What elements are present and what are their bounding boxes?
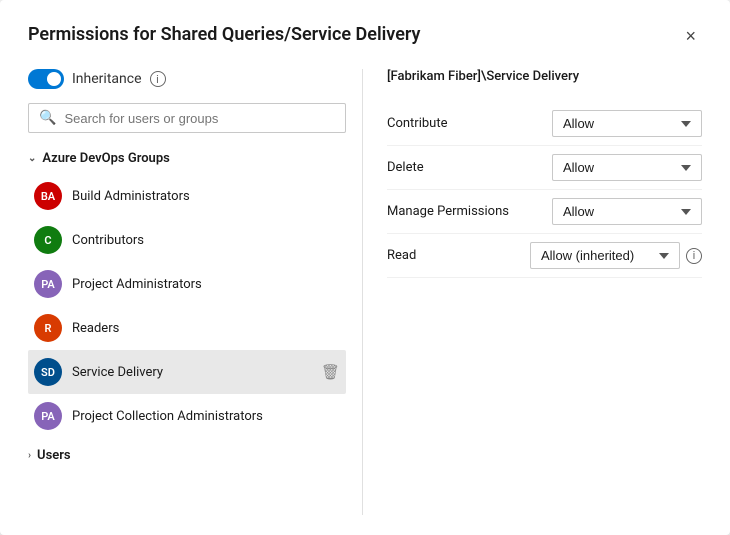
chevron-right-icon: › <box>28 450 31 461</box>
avatar: BA <box>34 182 62 210</box>
list-item[interactable]: BA Build Administrators 🗑 <box>28 174 346 218</box>
permission-row-manage-permissions: Manage Permissions Allow Deny Not set <box>387 190 702 234</box>
perm-control-delete: Allow Deny Not set <box>552 154 702 181</box>
right-panel-context: [Fabrikam Fiber]\Service Delivery <box>387 69 702 84</box>
read-info-icon[interactable]: i <box>686 248 702 264</box>
left-panel: Inheritance i 🔍 ⌄ Azure DevOps Groups BA… <box>28 69 363 515</box>
perm-name-manage-permissions: Manage Permissions <box>387 204 552 219</box>
inheritance-toggle[interactable] <box>28 69 64 89</box>
list-item[interactable]: R Readers 🗑 <box>28 306 346 350</box>
avatar: C <box>34 226 62 254</box>
permission-row-contribute: Contribute Allow Deny Not set <box>387 102 702 146</box>
azure-devops-groups-header[interactable]: ⌄ Azure DevOps Groups <box>28 147 346 170</box>
search-icon: 🔍 <box>39 110 56 126</box>
azure-devops-groups-list: BA Build Administrators 🗑 C Contributors… <box>28 174 346 438</box>
permission-row-delete: Delete Allow Deny Not set <box>387 146 702 190</box>
group-item-name: Project Collection Administrators <box>72 409 311 424</box>
dialog-header: Permissions for Shared Queries/Service D… <box>28 24 702 49</box>
users-group-header[interactable]: › Users <box>28 442 346 469</box>
dialog-title: Permissions for Shared Queries/Service D… <box>28 24 420 45</box>
search-box: 🔍 <box>28 103 346 133</box>
inheritance-row: Inheritance i <box>28 69 346 89</box>
avatar: SD <box>34 358 62 386</box>
perm-select-manage-permissions[interactable]: Allow Deny Not set <box>552 198 702 225</box>
list-item[interactable]: PA Project Collection Administrators 🗑 <box>28 394 346 438</box>
list-item[interactable]: PA Project Administrators 🗑 <box>28 262 346 306</box>
list-item[interactable]: C Contributors 🗑 <box>28 218 346 262</box>
permissions-list: Contribute Allow Deny Not set Delete <box>387 102 702 278</box>
permission-row-read: Read Allow (inherited) Allow Deny Not se… <box>387 234 702 278</box>
group-item-name: Contributors <box>72 233 311 248</box>
perm-control-manage-permissions: Allow Deny Not set <box>552 198 702 225</box>
avatar: PA <box>34 402 62 430</box>
perm-name-contribute: Contribute <box>387 116 552 131</box>
avatar: R <box>34 314 62 342</box>
perm-select-delete[interactable]: Allow Deny Not set <box>552 154 702 181</box>
group-item-name: Service Delivery <box>72 365 311 380</box>
perm-control-contribute: Allow Deny Not set <box>552 110 702 137</box>
group-item-name: Project Administrators <box>72 277 311 292</box>
inheritance-info-icon[interactable]: i <box>150 71 166 87</box>
azure-devops-groups-label: Azure DevOps Groups <box>42 151 169 166</box>
avatar: PA <box>34 270 62 298</box>
perm-name-read: Read <box>387 248 530 263</box>
users-group-label: Users <box>37 448 71 463</box>
close-button[interactable]: × <box>679 24 702 49</box>
perm-name-delete: Delete <box>387 160 552 175</box>
right-panel: [Fabrikam Fiber]\Service Delivery Contri… <box>363 69 702 515</box>
delete-icon[interactable]: 🗑 <box>321 363 340 381</box>
permissions-dialog: Permissions for Shared Queries/Service D… <box>0 0 730 535</box>
list-item[interactable]: SD Service Delivery 🗑 <box>28 350 346 394</box>
perm-select-contribute[interactable]: Allow Deny Not set <box>552 110 702 137</box>
group-item-name: Build Administrators <box>72 189 311 204</box>
perm-control-read: Allow (inherited) Allow Deny Not set i <box>530 242 702 269</box>
search-input[interactable] <box>64 111 335 126</box>
group-item-name: Readers <box>72 321 311 336</box>
dialog-body: Inheritance i 🔍 ⌄ Azure DevOps Groups BA… <box>28 69 702 515</box>
chevron-down-icon: ⌄ <box>28 153 36 164</box>
perm-select-read[interactable]: Allow (inherited) Allow Deny Not set <box>530 242 680 269</box>
inheritance-label: Inheritance <box>72 71 142 87</box>
